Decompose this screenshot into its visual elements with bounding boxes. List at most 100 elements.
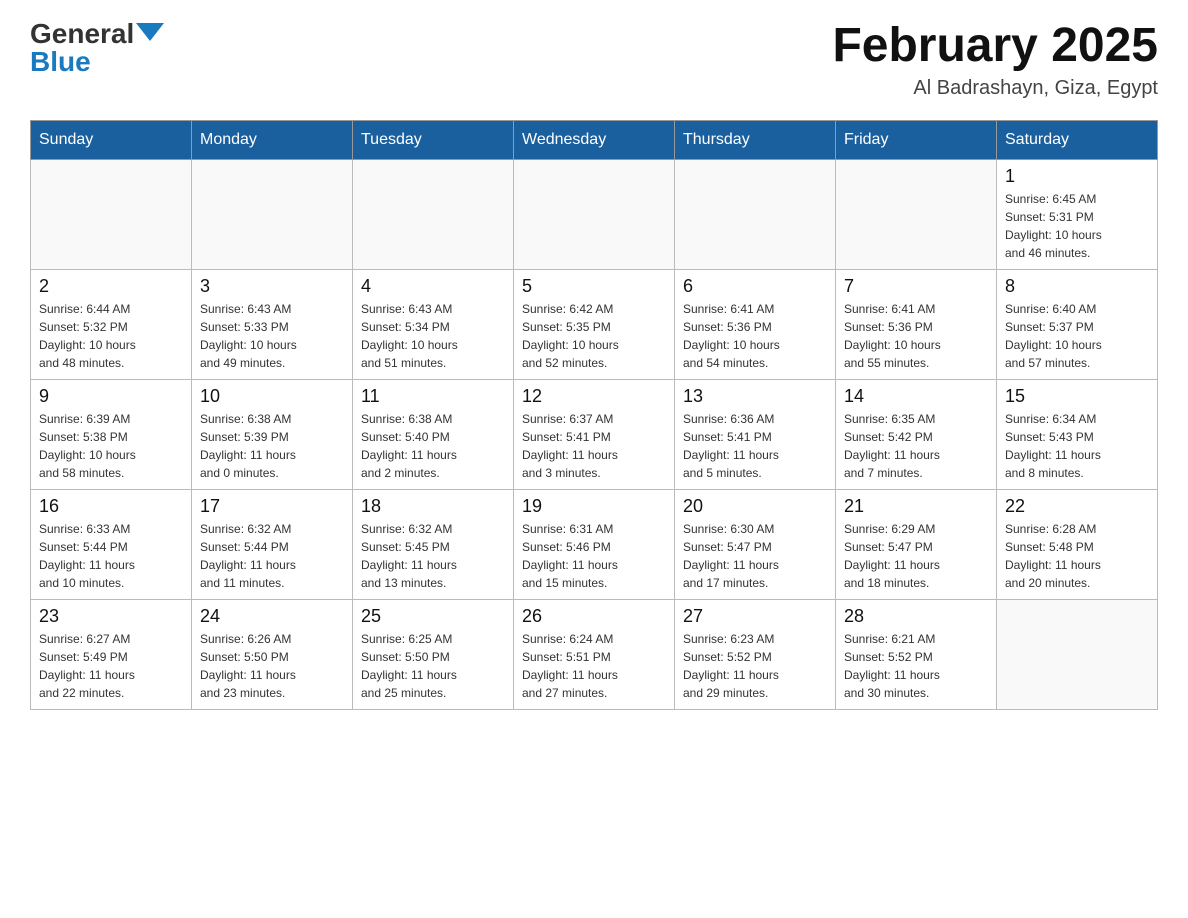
calendar-cell: 27 Sunrise: 6:23 AM Sunset: 5:52 PM Dayli… — [675, 599, 836, 709]
calendar-week-row: 16 Sunrise: 6:33 AM Sunset: 5:44 PM Dayli… — [31, 489, 1158, 599]
weekday-header-sunday: Sunday — [31, 120, 192, 159]
day-number: 20 — [683, 496, 827, 517]
day-number: 27 — [683, 606, 827, 627]
day-info: Sunrise: 6:37 AM Sunset: 5:41 PM Dayligh… — [522, 410, 666, 482]
calendar-cell: 17 Sunrise: 6:32 AM Sunset: 5:44 PM Dayli… — [192, 489, 353, 599]
calendar-cell — [836, 159, 997, 269]
calendar-cell: 4 Sunrise: 6:43 AM Sunset: 5:34 PM Daylig… — [353, 269, 514, 379]
day-info: Sunrise: 6:23 AM Sunset: 5:52 PM Dayligh… — [683, 630, 827, 702]
calendar-cell: 15 Sunrise: 6:34 AM Sunset: 5:43 PM Dayli… — [997, 379, 1158, 489]
day-number: 17 — [200, 496, 344, 517]
day-number: 12 — [522, 386, 666, 407]
day-info: Sunrise: 6:41 AM Sunset: 5:36 PM Dayligh… — [683, 300, 827, 372]
calendar-cell: 28 Sunrise: 6:21 AM Sunset: 5:52 PM Dayli… — [836, 599, 997, 709]
day-number: 24 — [200, 606, 344, 627]
day-info: Sunrise: 6:42 AM Sunset: 5:35 PM Dayligh… — [522, 300, 666, 372]
day-info: Sunrise: 6:32 AM Sunset: 5:44 PM Dayligh… — [200, 520, 344, 592]
day-info: Sunrise: 6:33 AM Sunset: 5:44 PM Dayligh… — [39, 520, 183, 592]
calendar-cell: 8Sunrise: 6:40 AM Sunset: 5:37 PM Daylig… — [997, 269, 1158, 379]
day-number: 28 — [844, 606, 988, 627]
calendar-cell: 23Sunrise: 6:27 AM Sunset: 5:49 PM Dayli… — [31, 599, 192, 709]
day-number: 4 — [361, 276, 505, 297]
calendar-week-row: 2 Sunrise: 6:44 AM Sunset: 5:32 PM Daylig… — [31, 269, 1158, 379]
day-info: Sunrise: 6:34 AM Sunset: 5:43 PM Dayligh… — [1005, 410, 1149, 482]
calendar-cell: 16 Sunrise: 6:33 AM Sunset: 5:44 PM Dayli… — [31, 489, 192, 599]
day-number: 18 — [361, 496, 505, 517]
calendar-cell — [514, 159, 675, 269]
day-info: Sunrise: 6:43 AM Sunset: 5:33 PM Dayligh… — [200, 300, 344, 372]
day-info: Sunrise: 6:21 AM Sunset: 5:52 PM Dayligh… — [844, 630, 988, 702]
calendar-cell: 20 Sunrise: 6:30 AM Sunset: 5:47 PM Dayli… — [675, 489, 836, 599]
calendar-cell: 21Sunrise: 6:29 AM Sunset: 5:47 PM Dayli… — [836, 489, 997, 599]
calendar-cell — [192, 159, 353, 269]
day-info: Sunrise: 6:41 AM Sunset: 5:36 PM Dayligh… — [844, 300, 988, 372]
day-number: 13 — [683, 386, 827, 407]
day-info: Sunrise: 6:30 AM Sunset: 5:47 PM Dayligh… — [683, 520, 827, 592]
calendar-week-row: 9 Sunrise: 6:39 AM Sunset: 5:38 PM Daylig… — [31, 379, 1158, 489]
calendar-cell: 26Sunrise: 6:24 AM Sunset: 5:51 PM Dayli… — [514, 599, 675, 709]
calendar-cell — [31, 159, 192, 269]
day-number: 9 — [39, 386, 183, 407]
logo-arrow-icon — [136, 23, 164, 41]
calendar-cell: 2 Sunrise: 6:44 AM Sunset: 5:32 PM Daylig… — [31, 269, 192, 379]
calendar-cell: 5 Sunrise: 6:42 AM Sunset: 5:35 PM Daylig… — [514, 269, 675, 379]
day-info: Sunrise: 6:24 AM Sunset: 5:51 PM Dayligh… — [522, 630, 666, 702]
calendar-cell: 7 Sunrise: 6:41 AM Sunset: 5:36 PM Daylig… — [836, 269, 997, 379]
day-number: 11 — [361, 386, 505, 407]
day-number: 21 — [844, 496, 988, 517]
day-number: 14 — [844, 386, 988, 407]
calendar-cell: 19 Sunrise: 6:31 AM Sunset: 5:46 PM Dayli… — [514, 489, 675, 599]
calendar-cell: 6 Sunrise: 6:41 AM Sunset: 5:36 PM Daylig… — [675, 269, 836, 379]
day-info: Sunrise: 6:31 AM Sunset: 5:46 PM Dayligh… — [522, 520, 666, 592]
day-number: 10 — [200, 386, 344, 407]
calendar-cell: 18 Sunrise: 6:32 AM Sunset: 5:45 PM Dayli… — [353, 489, 514, 599]
calendar-cell: 25 Sunrise: 6:25 AM Sunset: 5:50 PM Dayli… — [353, 599, 514, 709]
calendar-cell: 22 Sunrise: 6:28 AM Sunset: 5:48 PM Dayli… — [997, 489, 1158, 599]
calendar-cell: 11 Sunrise: 6:38 AM Sunset: 5:40 PM Dayli… — [353, 379, 514, 489]
day-number: 23 — [39, 606, 183, 627]
calendar-cell: 12 Sunrise: 6:37 AM Sunset: 5:41 PM Dayli… — [514, 379, 675, 489]
day-number: 6 — [683, 276, 827, 297]
day-number: 7 — [844, 276, 988, 297]
day-info: Sunrise: 6:39 AM Sunset: 5:38 PM Dayligh… — [39, 410, 183, 482]
day-number: 25 — [361, 606, 505, 627]
calendar-cell — [675, 159, 836, 269]
weekday-header-friday: Friday — [836, 120, 997, 159]
day-number: 15 — [1005, 386, 1149, 407]
weekday-header-row: SundayMondayTuesdayWednesdayThursdayFrid… — [31, 120, 1158, 159]
page-header: General Blue February 2025 Al Badrashayn… — [30, 20, 1158, 100]
logo-blue-text: Blue — [30, 48, 164, 76]
day-number: 16 — [39, 496, 183, 517]
calendar-week-row: 1Sunrise: 6:45 AM Sunset: 5:31 PM Daylig… — [31, 159, 1158, 269]
day-number: 22 — [1005, 496, 1149, 517]
calendar-cell: 10 Sunrise: 6:38 AM Sunset: 5:39 PM Dayli… — [192, 379, 353, 489]
day-info: Sunrise: 6:26 AM Sunset: 5:50 PM Dayligh… — [200, 630, 344, 702]
calendar-week-row: 23Sunrise: 6:27 AM Sunset: 5:49 PM Dayli… — [31, 599, 1158, 709]
day-info: Sunrise: 6:25 AM Sunset: 5:50 PM Dayligh… — [361, 630, 505, 702]
title-area: February 2025 Al Badrashayn, Giza, Egypt — [832, 20, 1158, 100]
day-info: Sunrise: 6:43 AM Sunset: 5:34 PM Dayligh… — [361, 300, 505, 372]
day-info: Sunrise: 6:28 AM Sunset: 5:48 PM Dayligh… — [1005, 520, 1149, 592]
day-number: 1 — [1005, 166, 1149, 187]
month-title: February 2025 — [832, 20, 1158, 73]
day-number: 2 — [39, 276, 183, 297]
day-info: Sunrise: 6:44 AM Sunset: 5:32 PM Dayligh… — [39, 300, 183, 372]
weekday-header-wednesday: Wednesday — [514, 120, 675, 159]
calendar-cell — [997, 599, 1158, 709]
day-number: 5 — [522, 276, 666, 297]
logo: General Blue — [30, 20, 164, 76]
weekday-header-tuesday: Tuesday — [353, 120, 514, 159]
weekday-header-monday: Monday — [192, 120, 353, 159]
day-info: Sunrise: 6:38 AM Sunset: 5:40 PM Dayligh… — [361, 410, 505, 482]
day-info: Sunrise: 6:32 AM Sunset: 5:45 PM Dayligh… — [361, 520, 505, 592]
day-info: Sunrise: 6:35 AM Sunset: 5:42 PM Dayligh… — [844, 410, 988, 482]
day-number: 19 — [522, 496, 666, 517]
day-info: Sunrise: 6:38 AM Sunset: 5:39 PM Dayligh… — [200, 410, 344, 482]
day-info: Sunrise: 6:36 AM Sunset: 5:41 PM Dayligh… — [683, 410, 827, 482]
calendar-cell: 1Sunrise: 6:45 AM Sunset: 5:31 PM Daylig… — [997, 159, 1158, 269]
weekday-header-thursday: Thursday — [675, 120, 836, 159]
calendar-table: SundayMondayTuesdayWednesdayThursdayFrid… — [30, 120, 1158, 710]
calendar-cell: 14 Sunrise: 6:35 AM Sunset: 5:42 PM Dayli… — [836, 379, 997, 489]
calendar-cell: 9 Sunrise: 6:39 AM Sunset: 5:38 PM Daylig… — [31, 379, 192, 489]
day-info: Sunrise: 6:40 AM Sunset: 5:37 PM Dayligh… — [1005, 300, 1149, 372]
